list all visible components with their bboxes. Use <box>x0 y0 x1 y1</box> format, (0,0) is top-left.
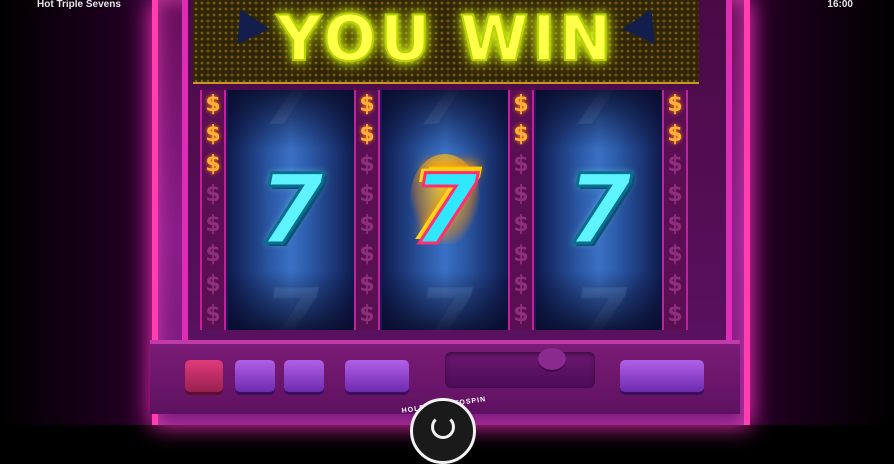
dollar-icon: $ <box>667 212 683 237</box>
dollar-icon: $ <box>513 242 529 267</box>
dollar-icon: $ <box>359 122 375 147</box>
dollar-icon: $ <box>513 122 529 147</box>
dollar-icon: $ <box>667 152 683 177</box>
dollar-icon: $ <box>667 182 683 207</box>
console-button-2[interactable] <box>284 360 324 392</box>
dollar-icon: $ <box>359 182 375 207</box>
dollar-icon: $ <box>667 272 683 297</box>
seven-symbol-faded: 7 <box>570 271 628 330</box>
reel-2: 7 7 7 <box>382 90 508 330</box>
hot-seven-symbol: 7 <box>410 153 480 268</box>
clock: 16:00 <box>827 0 853 10</box>
dollar-icon: $ <box>205 272 221 297</box>
dollar-icon: $ <box>205 182 221 207</box>
dollar-icon: $ <box>513 212 529 237</box>
console-button-red[interactable] <box>185 360 223 392</box>
seven-symbol-faded: 7 <box>416 90 474 144</box>
seven-symbol-faded: 7 <box>262 271 320 330</box>
dollar-icon: $ <box>359 272 375 297</box>
reel-divider: $ $ $ $ $ $ $ $ <box>662 90 688 330</box>
spin-button[interactable] <box>410 398 476 464</box>
dollar-icon: $ <box>205 242 221 267</box>
dollar-icon: $ <box>205 302 221 327</box>
lever-plate <box>445 352 595 388</box>
dollar-icon: $ <box>205 122 221 147</box>
seven-symbol-faded: 7 <box>570 90 628 144</box>
dollar-icon: $ <box>667 302 683 327</box>
reel-1: 7 7 7 <box>228 90 354 330</box>
seven-symbol-faded: 7 <box>262 90 320 144</box>
dollar-icon: $ <box>513 182 529 207</box>
dollar-icon: $ <box>513 302 529 327</box>
dollar-icon: $ <box>513 272 529 297</box>
status-bar: Hot Triple Sevens 16:00 <box>0 0 894 14</box>
seven-symbol-faded: 7 <box>416 271 474 330</box>
reel-divider: $ $ $ $ $ $ $ $ <box>508 90 534 330</box>
dollar-icon: $ <box>513 92 529 117</box>
dollar-icon: $ <box>359 302 375 327</box>
dollar-icon: $ <box>359 152 375 177</box>
dollar-icon: $ <box>667 242 683 267</box>
console-button-1[interactable] <box>235 360 275 392</box>
dollar-icon: $ <box>513 152 529 177</box>
reel-divider: $ $ $ $ $ $ $ $ <box>354 90 380 330</box>
dollar-icon: $ <box>205 212 221 237</box>
dollar-icon: $ <box>667 92 683 117</box>
spin-icon <box>431 415 455 439</box>
dollar-icon: $ <box>359 212 375 237</box>
seven-symbol: 7 <box>564 153 634 268</box>
game-title: Hot Triple Sevens <box>37 0 121 10</box>
dollar-icon: $ <box>359 92 375 117</box>
reel-divider: $ $ $ $ $ $ $ $ <box>200 90 226 330</box>
dollar-icon: $ <box>205 92 221 117</box>
reel-window: $ $ $ $ $ $ $ $ 7 7 7 $ $ $ $ $ $ $ $ 7 … <box>200 90 688 330</box>
seven-symbol: 7 <box>256 153 326 268</box>
dollar-icon: $ <box>205 152 221 177</box>
lever-knob[interactable] <box>538 348 566 370</box>
console-button-4[interactable] <box>620 360 704 392</box>
dollar-icon: $ <box>359 242 375 267</box>
reel-3: 7 7 7 <box>536 90 662 330</box>
console-button-3[interactable] <box>345 360 409 392</box>
dollar-icon: $ <box>667 122 683 147</box>
